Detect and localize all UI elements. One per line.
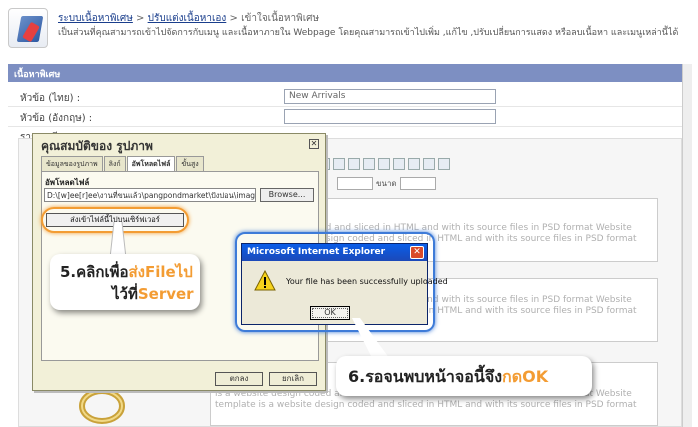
callout-highlight: Server	[137, 285, 194, 303]
callout-text: 5.คลิกเพื่อ	[60, 263, 129, 281]
msgbox-ok-button[interactable]: OK	[310, 306, 350, 320]
style-select[interactable]	[337, 177, 373, 190]
callout-text: ไว้ที่	[112, 285, 138, 303]
title-en-input[interactable]	[284, 109, 496, 124]
warning-icon	[254, 270, 276, 291]
misc-tool-icon[interactable]	[438, 158, 450, 170]
smiley-tool-icon[interactable]	[378, 158, 390, 170]
callout-highlight: กดOK	[502, 367, 549, 386]
breadcrumb-separator: >	[136, 13, 145, 24]
msgbox-title: Microsoft Internet Explorer	[242, 244, 427, 261]
step6-callout: 6.รอจนพบหน้าจอนี้จึงกดOK	[336, 356, 592, 396]
tab-link[interactable]: ลิงก์	[103, 156, 126, 171]
dialog-tabs: ข้อมูลของรูปภาพ ลิงก์ อัพโหลดไฟล์ ขั้นสู…	[41, 156, 205, 171]
callout-text: 6.รอจนพบหน้าจอนี้จึง	[348, 367, 503, 386]
form-row-title-th: หัวข้อ (ไทย) : New Arrivals	[8, 87, 682, 107]
breadcrumb-item-customize[interactable]: ปรับแต่งเนื้อหาเอง	[148, 13, 227, 24]
title-en-label: หัวข้อ (อังกฤษ) :	[20, 113, 93, 124]
app-logo-icon	[8, 8, 48, 48]
special-char-icon[interactable]	[393, 158, 405, 170]
dialog-title: คุณสมบัติของ รูปภาพ	[41, 139, 153, 153]
title-th-label: หัวข้อ (ไทย) :	[20, 93, 81, 104]
hr-tool-icon[interactable]	[363, 158, 375, 170]
scrollbar[interactable]	[682, 64, 692, 427]
close-icon[interactable]: ✕	[309, 139, 319, 149]
breadcrumb-item-special-content[interactable]: ระบบเนื้อหาพิเศษ	[58, 13, 133, 24]
callout-highlight: ส่งFileไป	[128, 263, 193, 281]
dialog-ok-button[interactable]: ตกลง	[215, 372, 263, 386]
breadcrumb-separator: >	[229, 13, 238, 24]
page-break-icon[interactable]	[408, 158, 420, 170]
close-icon[interactable]: ✕	[410, 246, 424, 259]
file-path-input[interactable]: D:\[w]ee[r]ee\งานที่ขนแล้ว\pangpondmarke…	[44, 188, 256, 202]
size-select[interactable]	[399, 177, 436, 190]
section-title: เนื้อหาพิเศษ	[8, 64, 682, 82]
message-box: Microsoft Internet Explorer ✕ Your file …	[241, 243, 448, 325]
editor-toolbar	[318, 158, 453, 174]
tab-advanced[interactable]: ขั้นสูง	[176, 156, 204, 171]
msgbox-message: Your file has been successfully uploaded	[286, 277, 448, 286]
size-label: ขนาด	[376, 179, 397, 188]
tab-upload[interactable]: อัพโหลดไฟล์	[126, 156, 176, 171]
breadcrumb-current: เข้าใจเนื้อหาพิเศษ	[241, 13, 320, 24]
callout-pointer	[109, 222, 127, 258]
page-description: เป็นส่วนที่คุณสามารถเข้าไปจัดการกับเมนู …	[58, 28, 679, 38]
table-tool-icon[interactable]	[348, 158, 360, 170]
title-th-input[interactable]: New Arrivals	[284, 89, 496, 104]
browse-button[interactable]: Browse...	[260, 188, 314, 202]
form-row-title-en: หัวข้อ (อังกฤษ) :	[8, 107, 682, 127]
editor-format-bar: ขนาด	[334, 177, 439, 190]
breadcrumb: ระบบเนื้อหาพิเศษ > ปรับแต่งเนื้อหาเอง > …	[58, 11, 319, 26]
dialog-cancel-button[interactable]: ยกเลิก	[269, 372, 317, 386]
tab-image-info[interactable]: ข้อมูลของรูปภาพ	[41, 156, 103, 171]
flash-tool-icon[interactable]	[333, 158, 345, 170]
step5-callout: 5.คลิกเพื่อส่งFileไป ไว้ที่Server	[50, 254, 200, 310]
misc-tool-icon[interactable]	[423, 158, 435, 170]
